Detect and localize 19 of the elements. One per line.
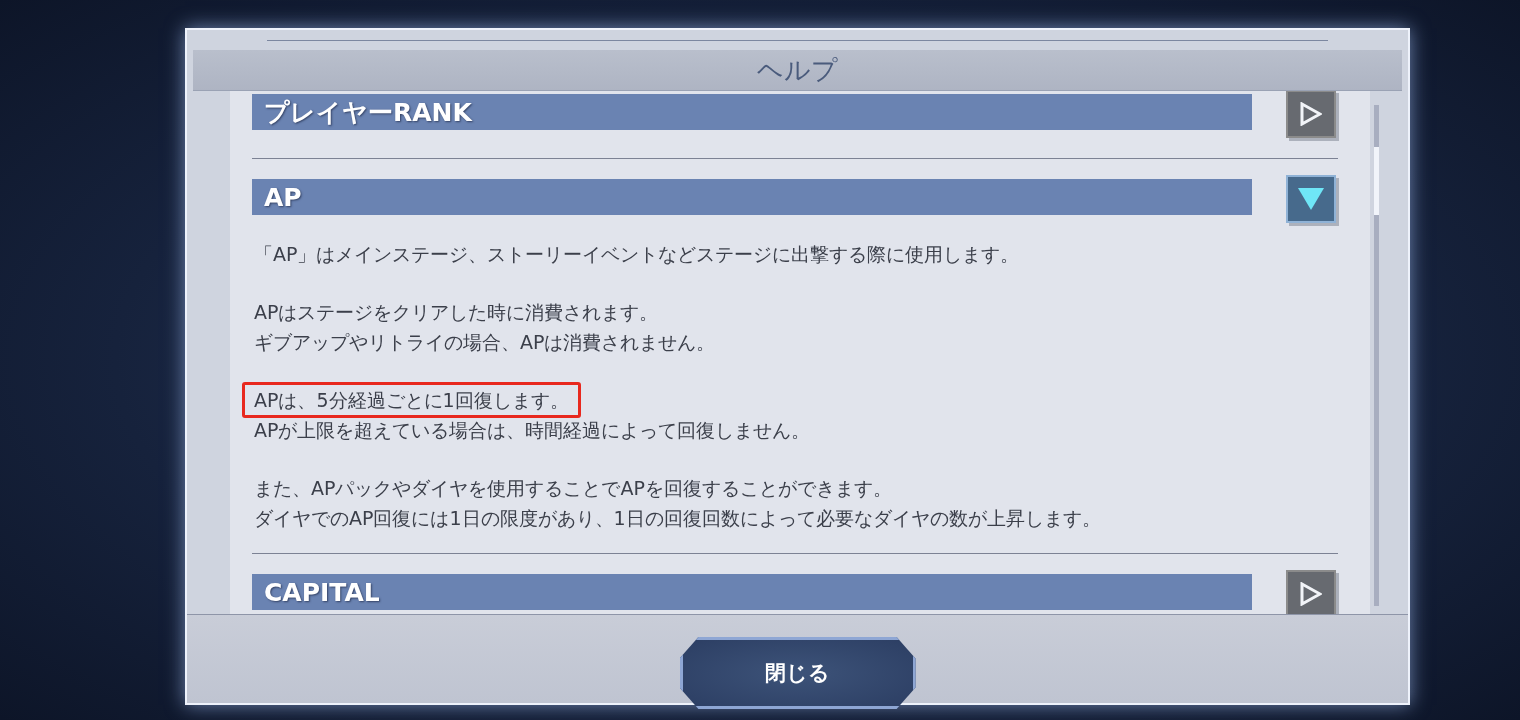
expand-toggle[interactable] [1286, 91, 1336, 138]
section-header[interactable]: CAPITAL [252, 574, 1252, 610]
expand-toggle[interactable] [1286, 175, 1336, 223]
help-text: また、APパックやダイヤを使用することでAPを回復することができます。 [254, 476, 892, 501]
help-text: APは、5分経過ごとに1回復します。 [242, 382, 581, 418]
play-icon [1300, 582, 1322, 606]
dialog-title: ヘルプ [757, 53, 838, 87]
help-text: APが上限を超えている場合は、時間経過によって回復しません。 [254, 418, 811, 443]
help-text: 「AP」はメインステージ、ストーリーイベントなどステージに出撃する際に使用します。 [254, 242, 1020, 267]
help-text: ギブアップやリトライの場合、APは消費されません。 [254, 330, 716, 355]
section-header[interactable]: プレイヤーRANK [252, 94, 1252, 130]
play-icon [1300, 102, 1322, 126]
close-button[interactable]: 閉じる [679, 637, 916, 709]
help-text: APはステージをクリアした時に消費されます。 [254, 300, 659, 325]
expand-toggle[interactable] [1286, 570, 1336, 614]
section-header[interactable]: AP [252, 179, 1252, 215]
caret-down-icon [1298, 188, 1324, 210]
scrollbar[interactable] [1374, 105, 1379, 606]
help-text: ダイヤでのAP回復には1日の限度があり、1日の回復回数によって必要なダイヤの数が上昇します。 [254, 506, 1101, 531]
